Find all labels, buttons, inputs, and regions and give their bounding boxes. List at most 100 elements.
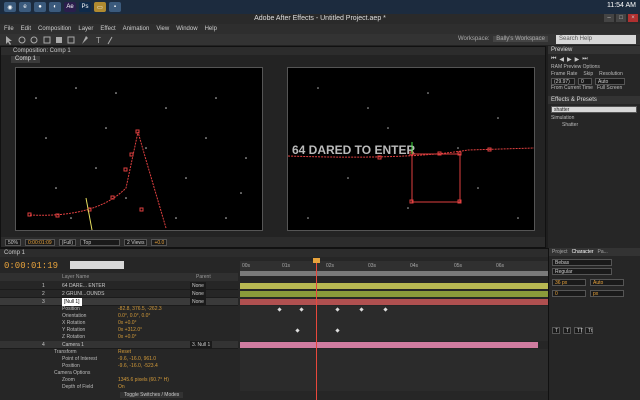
viewer-left[interactable] — [15, 67, 263, 231]
work-area-bar[interactable] — [240, 271, 548, 276]
menu-view[interactable]: View — [156, 24, 169, 34]
right-view-canvas[interactable]: 64 DARED TO ENTER — [287, 68, 535, 230]
property-row[interactable]: Point of Interest -9.6, -16.0, 961.0 — [0, 356, 238, 363]
property-row[interactable]: Depth of Field On — [0, 384, 238, 391]
resolution-select[interactable]: Auto — [595, 78, 625, 85]
font-family-select[interactable]: Bebas — [552, 259, 612, 266]
property-row[interactable]: Position -9.6, -16.0, -523.4 — [0, 363, 238, 370]
time-ruler[interactable]: 00s 01s 02s 03s 04s 05s 06s — [240, 261, 548, 271]
layer-parent-select[interactable]: None — [190, 282, 206, 290]
left-view-canvas[interactable] — [16, 68, 262, 231]
faux-bold-icon[interactable]: T — [552, 327, 560, 334]
property-row[interactable]: Z Rotation 0x +0.0° — [0, 334, 238, 341]
tab-comp-1[interactable]: Comp 1 — [11, 56, 41, 63]
layer-parent-select[interactable]: None — [190, 290, 206, 298]
exposure-value[interactable]: +0.0 — [151, 238, 168, 246]
property-value[interactable]: -9.6, -16.0, 961.0 — [118, 356, 156, 363]
resolution-select[interactable]: (Full) — [58, 238, 77, 246]
time-display[interactable]: 0:00:01:09 — [25, 238, 55, 246]
layer-row[interactable]: 4 Camera 1 3. Null 1 — [0, 341, 238, 349]
property-value[interactable]: 0.0°, 0.0°, 0.0° — [118, 313, 150, 320]
property-row[interactable]: Zoom 1345.6 pixels (60.7° H) — [0, 377, 238, 384]
viewer-right[interactable]: 64 DARED TO ENTER — [287, 67, 535, 231]
prev-frame-icon[interactable]: ◀ — [559, 56, 564, 63]
tracking-field[interactable]: Auto — [590, 279, 624, 286]
minimize-icon[interactable]: – — [604, 14, 614, 22]
layer-row[interactable]: 2 2 GRUNI...OUNDS None — [0, 290, 238, 298]
menu-composition[interactable]: Composition — [38, 24, 71, 34]
timeline-current-time[interactable]: 0:00:01:19 — [4, 261, 58, 271]
faux-italic-icon[interactable]: T — [563, 327, 571, 334]
from-current-time-checkbox[interactable]: From Current Time — [551, 85, 593, 92]
keyframe-area-null[interactable] — [240, 306, 548, 341]
ps-icon[interactable]: Ps — [79, 2, 91, 12]
close-icon[interactable]: × — [628, 14, 638, 22]
layer-name[interactable]: 2 GRUNI...OUNDS — [62, 290, 105, 298]
layer-parent-select[interactable]: 3. Null 1 — [190, 341, 213, 349]
layer-bar-4[interactable] — [240, 342, 538, 348]
tool-icons[interactable]: T — [0, 34, 200, 46]
view-select[interactable]: Top — [80, 238, 121, 246]
menu-effect[interactable]: Effect — [100, 24, 115, 34]
layer-bar-1[interactable] — [240, 283, 548, 289]
leading-field[interactable]: px — [590, 290, 624, 297]
play-icon[interactable]: ▶ — [567, 56, 572, 63]
playhead-handle[interactable] — [313, 258, 320, 263]
menu-window[interactable]: Window — [176, 24, 197, 34]
effect-item-shatter[interactable]: Shatter — [548, 122, 640, 129]
keyframe-area-camera[interactable] — [240, 349, 548, 391]
all-caps-icon[interactable]: TT — [574, 327, 583, 334]
start-icon[interactable]: ◉ — [4, 2, 16, 12]
full-screen-checkbox[interactable]: Full Screen — [597, 85, 622, 92]
chrome-icon[interactable]: ● — [34, 2, 46, 12]
last-frame-icon[interactable]: ⏭ — [582, 56, 587, 62]
layer-name[interactable]: Camera 1 — [62, 341, 84, 349]
timeline-search-input[interactable] — [70, 261, 124, 269]
effects-category-simulation[interactable]: Simulation — [548, 115, 640, 122]
tab-character[interactable]: Character — [572, 248, 594, 256]
property-row[interactable]: Y Rotation 0x +312.0° — [0, 327, 238, 334]
property-row[interactable]: Position -82.8, 376.5, -262.3 — [0, 306, 238, 313]
maximize-icon[interactable]: □ — [616, 14, 626, 22]
app-icon[interactable]: ▪ — [109, 2, 121, 12]
browser-icon[interactable]: e — [19, 2, 31, 12]
reset-link[interactable]: Reset — [118, 349, 131, 356]
layer-bar-3[interactable] — [240, 299, 548, 305]
playhead[interactable] — [316, 260, 317, 400]
property-value[interactable]: 0x +0.0° — [118, 334, 137, 341]
next-frame-icon[interactable]: ▶ — [575, 56, 580, 63]
timeline-tab[interactable]: Comp 1 — [0, 249, 548, 257]
first-frame-icon[interactable]: ⏮ — [551, 56, 556, 62]
layer-row[interactable]: 1 64 DARE... ENTER None — [0, 282, 238, 290]
property-group-transform[interactable]: Transform Reset — [0, 349, 238, 356]
views-layout-select[interactable]: 2 Views — [124, 238, 148, 246]
property-value[interactable]: 0x +0.0° — [118, 320, 137, 327]
menu-animation[interactable]: Animation — [123, 24, 150, 34]
folder-icon[interactable]: ▭ — [94, 2, 106, 12]
menu-file[interactable]: File — [4, 24, 14, 34]
col-layer-name[interactable]: Layer Name — [62, 273, 89, 281]
magnification-select[interactable]: 50% — [5, 238, 22, 246]
effects-search-input[interactable]: shatter — [551, 106, 637, 113]
skip-field[interactable]: 0 — [578, 78, 592, 85]
property-row[interactable]: Orientation 0.0°, 0.0°, 0.0° — [0, 313, 238, 320]
property-value[interactable]: -9.6, -16.0, -523.4 — [118, 363, 158, 370]
layer-name[interactable]: 64 DARE... ENTER — [62, 282, 105, 290]
property-value[interactable]: On — [118, 384, 125, 391]
layer-name[interactable]: [Null 1] — [62, 298, 82, 306]
menu-help[interactable]: Help — [205, 24, 217, 34]
firefox-icon[interactable]: ◐ — [49, 2, 61, 12]
font-style-select[interactable]: Regular — [552, 268, 612, 275]
property-value[interactable]: -82.8, 376.5, -262.3 — [118, 306, 162, 313]
kerning-field[interactable]: 0 — [552, 290, 586, 297]
property-value[interactable]: 1345.6 pixels (60.7° H) — [118, 377, 169, 384]
search-help-input[interactable]: Search Help — [556, 35, 636, 44]
layer-parent-select[interactable]: None — [190, 298, 206, 306]
menu-edit[interactable]: Edit — [21, 24, 31, 34]
tab-project[interactable]: Project — [552, 248, 568, 256]
workspace-select[interactable]: Bally's Workspace — [493, 36, 548, 42]
font-size-field[interactable]: 36 px — [552, 279, 586, 286]
property-value[interactable]: 0x +312.0° — [118, 327, 142, 334]
ram-preview-options[interactable]: RAM Preview Options — [548, 64, 640, 71]
property-group-camera-options[interactable]: Camera Options — [0, 370, 238, 377]
